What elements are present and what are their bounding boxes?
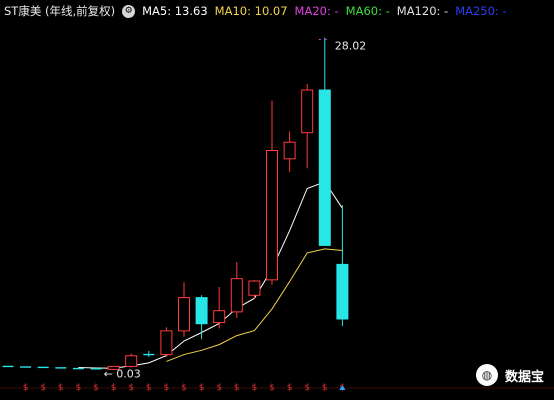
candle [125,353,138,368]
stock-title[interactable]: ST康美 (年线,前复权) [4,3,115,19]
high-price-label: 28.02 [335,40,367,53]
candle [195,295,208,340]
dividend-marker: $ [269,383,275,393]
candles-group [2,37,349,370]
candle [143,351,155,357]
ma5-indicator: MA5: 13.63 [142,4,208,18]
candle [266,100,278,285]
candle [248,279,261,299]
low-price-label: ← 0.03 [104,368,141,381]
dividend-marker: $ [93,383,99,393]
candle-body [283,141,296,160]
wechat-icon: ◍ [475,364,498,386]
candle [213,286,226,329]
dividend-marker: $ [322,383,328,393]
candle-body [318,89,331,246]
watermark: ◍ 数据宝 [475,364,544,386]
dividend-marker: $ [128,383,134,393]
ma250-indicator: MA250: - [455,4,507,18]
candle [230,262,243,318]
candle-body [301,89,314,134]
dividend-marker: $ [23,383,29,393]
candle [178,282,190,337]
dividend-marker: $ [199,383,205,393]
dividend-marker: $ [287,383,293,393]
dividend-marker: $ [146,383,152,393]
ma10-indicator: MA10: 10.07 [214,4,288,18]
ma10-line-group [166,248,343,362]
candle-body [213,310,226,324]
ma120-indicator: MA120: - [396,4,449,18]
dividend-marker: $ [111,383,117,393]
candle [283,131,296,172]
candle-body [336,263,349,320]
dividend-marker: $ [58,383,64,393]
dividend-marker: $ [164,383,170,393]
candle [318,37,331,246]
candle-body [160,330,173,356]
dividend-marker: $ [76,383,82,393]
dividend-marker: $ [252,383,258,393]
ma60-indicator: MA60: - [345,4,390,18]
dividend-marker: $ [304,383,310,393]
ma5-line [78,181,343,369]
chart-header: ST康美 (年线,前复权) ⚙ MA5: 13.63 MA10: 10.07 M… [4,2,514,20]
candlestick-chart[interactable]: $$$$$$$$$$$$$$$$$$$ 28.02← 0.03 [0,0,554,400]
candle [160,327,173,357]
ma20-indicator: MA20: - [294,4,339,18]
candle-body [266,150,278,281]
candle-body [195,297,208,325]
candle [301,84,314,169]
ma10-line [166,248,343,362]
dividend-marker: $ [216,383,222,393]
candle-body [230,278,243,313]
dividend-marker: $ [234,383,240,393]
candle-body [248,280,261,296]
dividend-marker: $ [181,383,187,393]
watermark-text: 数据宝 [504,369,544,385]
candle [336,205,349,327]
candle-body [125,355,138,367]
gear-icon[interactable]: ⚙ [122,4,136,18]
dividend-marker: $ [40,383,46,393]
candle-body [178,297,190,332]
ma5-line-group [78,181,343,369]
